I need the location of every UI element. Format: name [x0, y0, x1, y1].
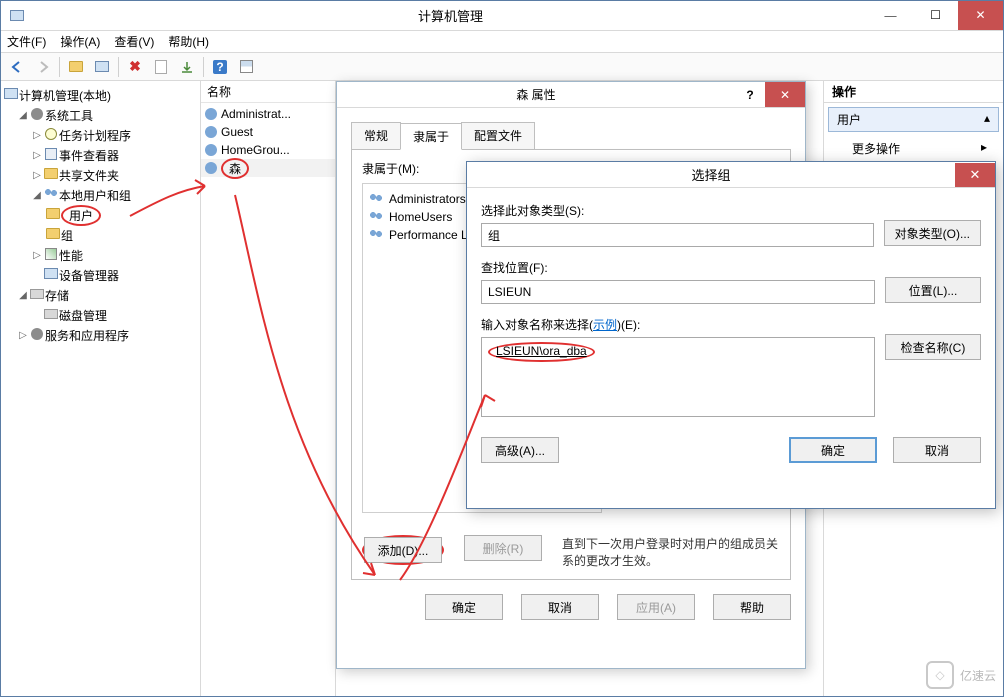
remove-button[interactable]: 删除(R)	[464, 535, 542, 561]
add-button[interactable]: 添加(D)...	[364, 537, 442, 563]
maximize-button[interactable]: ☐	[913, 1, 958, 30]
tree-event-viewer[interactable]: ▷事件查看器	[1, 145, 200, 165]
tree-task-scheduler[interactable]: ▷任务计划程序	[1, 125, 200, 145]
tab-memberof[interactable]: 隶属于	[400, 123, 462, 150]
selgrp-ok-button[interactable]: 确定	[789, 437, 877, 463]
back-button[interactable]	[5, 56, 29, 78]
list-header-name[interactable]: 名称	[201, 81, 335, 103]
nav-tree: 计算机管理(本地) ◢系统工具 ▷任务计划程序 ▷事件查看器 ▷共享文件夹 ◢本…	[1, 81, 201, 696]
refresh-button[interactable]	[149, 56, 173, 78]
select-groups-close-button[interactable]: ✕	[955, 163, 995, 187]
user-homegroup[interactable]: HomeGrou...	[201, 141, 335, 159]
tree-storage[interactable]: ◢存储	[1, 285, 200, 305]
user-list-panel: 名称 Administrat... Guest HomeGrou... 森	[201, 81, 336, 696]
user-administrator[interactable]: Administrat...	[201, 105, 335, 123]
select-groups-dialog: 选择组 ✕ 选择此对象类型(S): 组 对象类型(O)... 查找位置(F):	[466, 161, 996, 509]
tree-users[interactable]: 用户	[1, 205, 200, 225]
actions-users-header[interactable]: 用户▴	[828, 107, 999, 132]
up-button[interactable]	[64, 56, 88, 78]
forward-button[interactable]	[31, 56, 55, 78]
memberof-note: 直到下一次用户登录时对用户的组成员关系的更改才生效。	[562, 535, 780, 569]
properties-help-button[interactable]: ?	[735, 88, 765, 102]
tree-disk-management[interactable]: 磁盘管理	[1, 305, 200, 325]
example-link[interactable]: 示例	[593, 318, 617, 332]
tree-device-manager[interactable]: 设备管理器	[1, 265, 200, 285]
object-name-label: 输入对象名称来选择(示例)(E):	[481, 316, 875, 333]
menu-file[interactable]: 文件(F)	[7, 33, 46, 50]
props-help-button[interactable]: 帮助	[713, 594, 791, 620]
location-label: 查找位置(F):	[481, 259, 875, 276]
tab-profile[interactable]: 配置文件	[461, 122, 535, 149]
tree-groups-folder[interactable]: 组	[1, 225, 200, 245]
tree-services-apps[interactable]: ▷服务和应用程序	[1, 325, 200, 345]
watermark: ◇ 亿速云	[926, 661, 996, 689]
select-groups-title: 选择组	[467, 165, 955, 184]
properties-title: 森 属性	[337, 86, 735, 103]
props-ok-button[interactable]: 确定	[425, 594, 503, 620]
properties-button[interactable]	[90, 56, 114, 78]
tile-button[interactable]	[234, 56, 258, 78]
window-title: 计算机管理	[33, 6, 868, 25]
menu-help[interactable]: 帮助(H)	[168, 33, 209, 50]
actions-more-ops[interactable]: 更多操作▸	[824, 136, 1003, 161]
delete-button[interactable]: ✖	[123, 56, 147, 78]
user-sen[interactable]: 森	[201, 159, 335, 177]
watermark-icon: ◇	[926, 661, 954, 689]
object-types-button[interactable]: 对象类型(O)...	[884, 220, 981, 246]
check-names-button[interactable]: 检查名称(C)	[885, 334, 981, 360]
object-name-input[interactable]: LSIEUN\ora_dba	[481, 337, 875, 417]
object-type-value: 组	[481, 223, 874, 247]
collapse-icon: ▴	[984, 111, 990, 128]
minimize-button[interactable]: —	[868, 1, 913, 30]
tree-root[interactable]: 计算机管理(本地)	[1, 85, 200, 105]
menu-action[interactable]: 操作(A)	[60, 33, 100, 50]
app-icon	[5, 4, 29, 28]
props-cancel-button[interactable]: 取消	[521, 594, 599, 620]
actions-header: 操作	[824, 81, 1003, 103]
main-window: 计算机管理 — ☐ ✕ 文件(F) 操作(A) 查看(V) 帮助(H) ✖ ? …	[0, 0, 1004, 697]
tree-local-users-groups[interactable]: ◢本地用户和组	[1, 185, 200, 205]
toolbar: ✖ ?	[1, 53, 1003, 81]
tab-general[interactable]: 常规	[351, 122, 401, 149]
tree-system-tools[interactable]: ◢系统工具	[1, 105, 200, 125]
tree-shared-folders[interactable]: ▷共享文件夹	[1, 165, 200, 185]
chevron-right-icon: ▸	[981, 140, 987, 157]
export-button[interactable]	[175, 56, 199, 78]
locations-button[interactable]: 位置(L)...	[885, 277, 981, 303]
menu-view[interactable]: 查看(V)	[114, 33, 154, 50]
tree-performance[interactable]: ▷性能	[1, 245, 200, 265]
help-button[interactable]: ?	[208, 56, 232, 78]
menubar: 文件(F) 操作(A) 查看(V) 帮助(H)	[1, 31, 1003, 53]
props-apply-button[interactable]: 应用(A)	[617, 594, 695, 620]
user-guest[interactable]: Guest	[201, 123, 335, 141]
properties-close-button[interactable]: ✕	[765, 82, 805, 107]
advanced-button[interactable]: 高级(A)...	[481, 437, 559, 463]
titlebar: 计算机管理 — ☐ ✕	[1, 1, 1003, 31]
close-button[interactable]: ✕	[958, 1, 1003, 30]
selgrp-cancel-button[interactable]: 取消	[893, 437, 981, 463]
object-type-label: 选择此对象类型(S):	[481, 202, 874, 219]
location-value: LSIEUN	[481, 280, 875, 304]
